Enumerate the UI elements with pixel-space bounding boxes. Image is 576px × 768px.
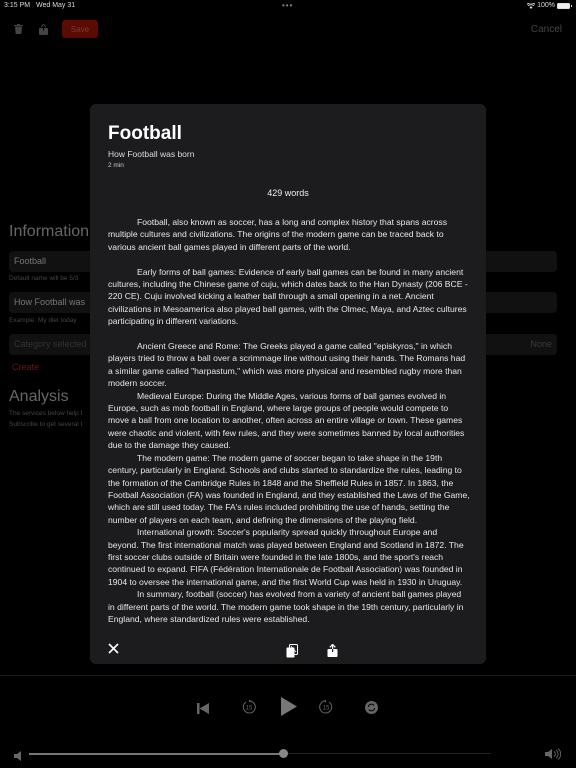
paragraph: Early forms of ball games: Evidence of e… (108, 266, 468, 327)
paragraph: Medieval Europe: During the Middle Ages,… (108, 390, 465, 451)
paragraph: The modern game: The modern game of socc… (108, 452, 470, 525)
svg-text:15: 15 (246, 706, 253, 712)
status-bar: 3:15 PM Wed May 31 ••• 100% (0, 0, 576, 12)
description-hint: Example: My diet today (9, 317, 77, 324)
repeat-button[interactable] (365, 701, 378, 719)
close-icon (108, 643, 119, 654)
analysis-line-2: Subscribe to get several t (9, 421, 83, 428)
modal-title: Football (108, 123, 182, 144)
volume-low-icon (14, 748, 22, 766)
volume-control (0, 745, 576, 761)
multitasking-dots-icon[interactable]: ••• (282, 1, 293, 10)
volume-slider[interactable] (29, 749, 491, 758)
close-button[interactable] (108, 641, 119, 657)
paragraph: Ancient Greece and Rome: The Greeks play… (108, 341, 466, 389)
status-date: Wed May 31 (36, 2, 76, 9)
word-count: 429 words (267, 188, 309, 198)
paragraph: Football, also known as soccer, has a lo… (108, 217, 448, 252)
name-hint: Default name will be 5/3 (9, 275, 79, 282)
modal-subtitle: How Football was born (108, 149, 195, 159)
copy-icon (286, 644, 298, 658)
share-icon (327, 643, 338, 657)
cancel-button[interactable]: Cancel (531, 24, 562, 35)
paragraph: In summary, football (soccer) has evolve… (108, 589, 464, 624)
repeat-icon (365, 701, 378, 714)
create-link[interactable]: Create (12, 362, 39, 372)
rewind-15-icon: 15 (242, 699, 256, 714)
wifi-icon (527, 2, 536, 9)
volume-fill (29, 752, 284, 755)
name-value: Football (14, 256, 47, 266)
play-button[interactable] (281, 697, 297, 721)
skip-back-button[interactable] (197, 701, 209, 719)
category-value: None (530, 339, 552, 349)
volume-thumb[interactable] (278, 749, 288, 758)
svg-text:15: 15 (323, 706, 330, 712)
audio-player: 15 15 (0, 690, 576, 726)
trash-icon[interactable] (14, 24, 23, 37)
share-icon[interactable] (39, 23, 48, 38)
battery-icon (557, 2, 572, 9)
forward-15-button[interactable]: 15 (319, 699, 333, 719)
modal-duration: 2 min (108, 162, 124, 169)
share-button[interactable] (327, 643, 338, 662)
analysis-heading: Analysis (9, 388, 69, 405)
save-button[interactable]: Save (62, 20, 98, 38)
battery-percent: 100% (537, 2, 555, 9)
play-icon (281, 697, 297, 716)
copy-button[interactable] (286, 644, 298, 663)
status-right: 100% (527, 2, 572, 9)
volume-high-icon (545, 747, 562, 765)
analysis-line-1: The services below help t (9, 410, 83, 417)
information-heading: Information (9, 223, 90, 240)
category-placeholder: Category selected (14, 339, 87, 349)
status-time: 3:15 PM (4, 2, 31, 9)
modal-body-text: Football, also known as soccer, has a lo… (108, 216, 470, 625)
text-preview-modal: Football How Football was born 2 min 429… (90, 104, 486, 664)
player-divider (0, 675, 576, 676)
rewind-15-button[interactable]: 15 (242, 699, 256, 719)
paragraph: International growth: Soccer's popularit… (108, 527, 464, 587)
description-value: How Football was (14, 297, 86, 307)
forward-15-icon: 15 (319, 699, 333, 714)
modal-footer (90, 641, 486, 664)
skip-back-icon (197, 703, 209, 714)
